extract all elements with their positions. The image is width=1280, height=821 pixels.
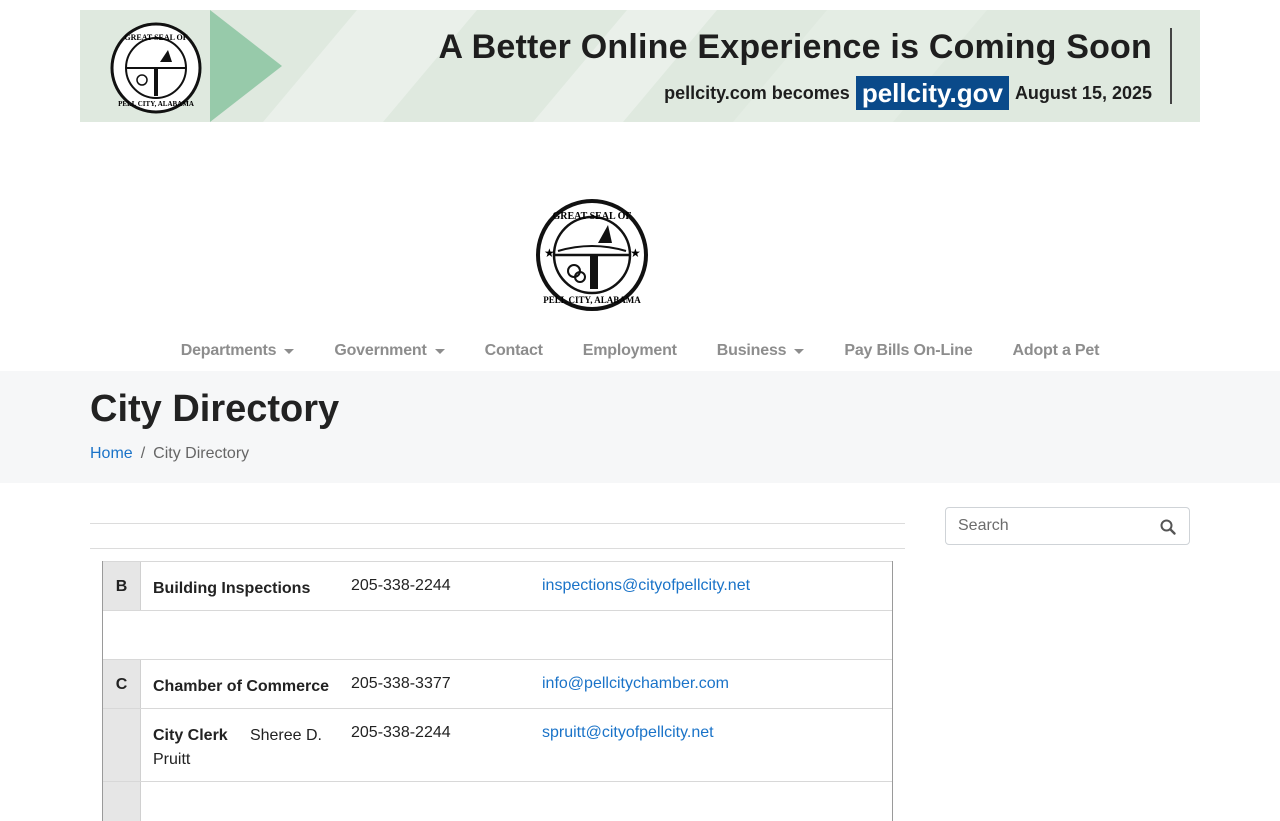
main-nav: Departments Government Contact Employmen… [0,336,1280,366]
nav-item-business[interactable]: Business [697,336,825,366]
nav-item-label: Employment [582,342,677,359]
search-input[interactable] [946,516,1146,536]
page-title: City Directory [90,388,340,430]
breadcrumb-home-link[interactable]: Home [90,445,133,463]
email-cell: inspections@cityofpellcity.net [542,562,750,610]
site-logo[interactable]: ★ ★ GREAT SEAL OF PELL CITY, ALABAMA [536,197,648,313]
breadcrumb-current: City Directory [153,445,250,462]
svg-text:★: ★ [544,246,555,260]
nav-item-label: Business [716,342,787,359]
department-name: Chamber of Commerce [153,678,330,695]
email-link[interactable]: info@pellcitychamber.com [542,675,729,692]
nav-item-departments[interactable]: Departments [161,336,315,366]
directory-table: B Building Inspections 205-338-2244 insp… [102,561,893,821]
phone-cell: 205-338-3377 [351,675,451,692]
letter-cell: C [103,660,141,708]
breadcrumb: Home / City Directory [90,445,249,463]
chevron-down-icon [284,348,295,354]
letter-cell [103,611,141,659]
banner-new-domain: pellcity.gov [855,76,1009,110]
divider [90,523,905,524]
banner-becomes-text: pellcity.com becomes [664,82,850,103]
svg-text:PELL CITY, ALABAMA: PELL CITY, ALABAMA [118,100,194,108]
email-link[interactable]: inspections@cityofpellcity.net [542,577,750,594]
seal-icon: GREAT SEAL OF PELL CITY, ALABAMA [110,22,202,114]
svg-text:★: ★ [630,246,641,260]
nav-item-adopt-a-pet[interactable]: Adopt a Pet [993,336,1120,366]
banner-divider [1170,28,1172,104]
banner-date: August 15, 2025 [1014,82,1152,103]
search-box [945,507,1190,545]
search-icon[interactable] [1159,518,1177,536]
phone-cell: 205-338-2244 [351,577,451,594]
name-cell: City Clerk Sheree D. Pruitt [141,709,351,781]
letter-cell: B [103,562,141,610]
arrow-graphic [210,10,282,122]
department-name: City Clerk [153,727,228,744]
email-link[interactable]: spruitt@cityofpellcity.net [542,724,714,741]
logo-bottom-text: PELL CITY, ALABAMA [543,295,641,305]
logo-top-text: GREAT SEAL OF [552,211,631,222]
banner-headline: A Better Online Experience is Coming Soo… [438,28,1152,66]
name-cell: Building Inspections [141,562,351,610]
email-cell: spruitt@cityofpellcity.net [542,709,714,781]
email-cell: info@pellcitychamber.com [542,660,729,708]
nav-item-label: Departments [180,342,277,359]
nav-item-government[interactable]: Government [314,336,464,366]
table-row: C Chamber of Commerce 205-338-3377 info@… [103,659,892,708]
banner-subline: pellcity.com becomes pellcity.gov August… [664,76,1152,110]
name-cell: Chamber of Commerce [141,660,351,708]
nav-item-contact[interactable]: Contact [465,336,563,366]
table-row [103,781,892,821]
divider [90,548,905,549]
letter-cell [103,709,141,781]
nav-item-label: Pay Bills On-Line [844,342,973,359]
chevron-down-icon [794,348,805,354]
table-row: B Building Inspections 205-338-2244 insp… [103,561,892,610]
breadcrumb-separator: / [140,445,146,462]
table-row: City Clerk Sheree D. Pruitt 205-338-2244… [103,708,892,781]
nav-item-pay-bills[interactable]: Pay Bills On-Line [824,336,992,366]
announcement-banner[interactable]: GREAT SEAL OF PELL CITY, ALABAMA A Bette… [80,10,1200,122]
nav-item-employment[interactable]: Employment [563,336,697,366]
chevron-down-icon [434,348,445,354]
nav-item-label: Government [334,342,427,359]
table-row [103,610,892,659]
nav-item-label: Adopt a Pet [1012,342,1100,359]
letter-cell [103,782,141,821]
phone-cell: 205-338-2244 [351,724,451,741]
department-name: Building Inspections [153,580,311,597]
nav-item-label: Contact [484,342,543,359]
svg-text:GREAT SEAL OF: GREAT SEAL OF [124,33,187,42]
